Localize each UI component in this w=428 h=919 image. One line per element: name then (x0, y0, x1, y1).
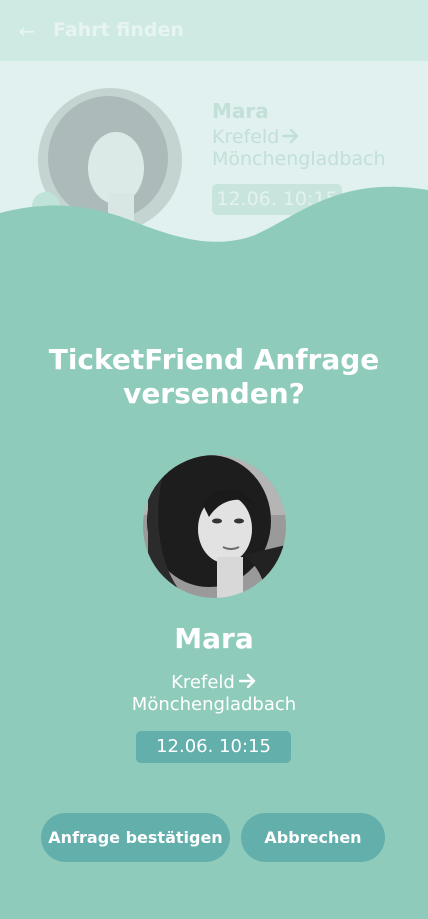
avatar (143, 455, 286, 598)
user-name: Mara (174, 622, 254, 655)
arrow-right-icon (238, 673, 256, 689)
confirm-request-button[interactable]: Anfrage bestätigen (41, 813, 230, 862)
cancel-button[interactable]: Abbrechen (241, 813, 385, 862)
route-from: Krefeld (171, 672, 235, 693)
modal-title: TicketFriend Anfrage versenden? (0, 343, 428, 411)
modal-title-line2: versenden? (123, 377, 305, 410)
route-to: Mönchengladbach (131, 694, 297, 715)
modal-title-line1: TicketFriend Anfrage (48, 343, 380, 376)
route: Krefeld Mönchengladbach (0, 672, 428, 716)
ride-time-badge: 12.06. 10:15 (136, 731, 291, 763)
